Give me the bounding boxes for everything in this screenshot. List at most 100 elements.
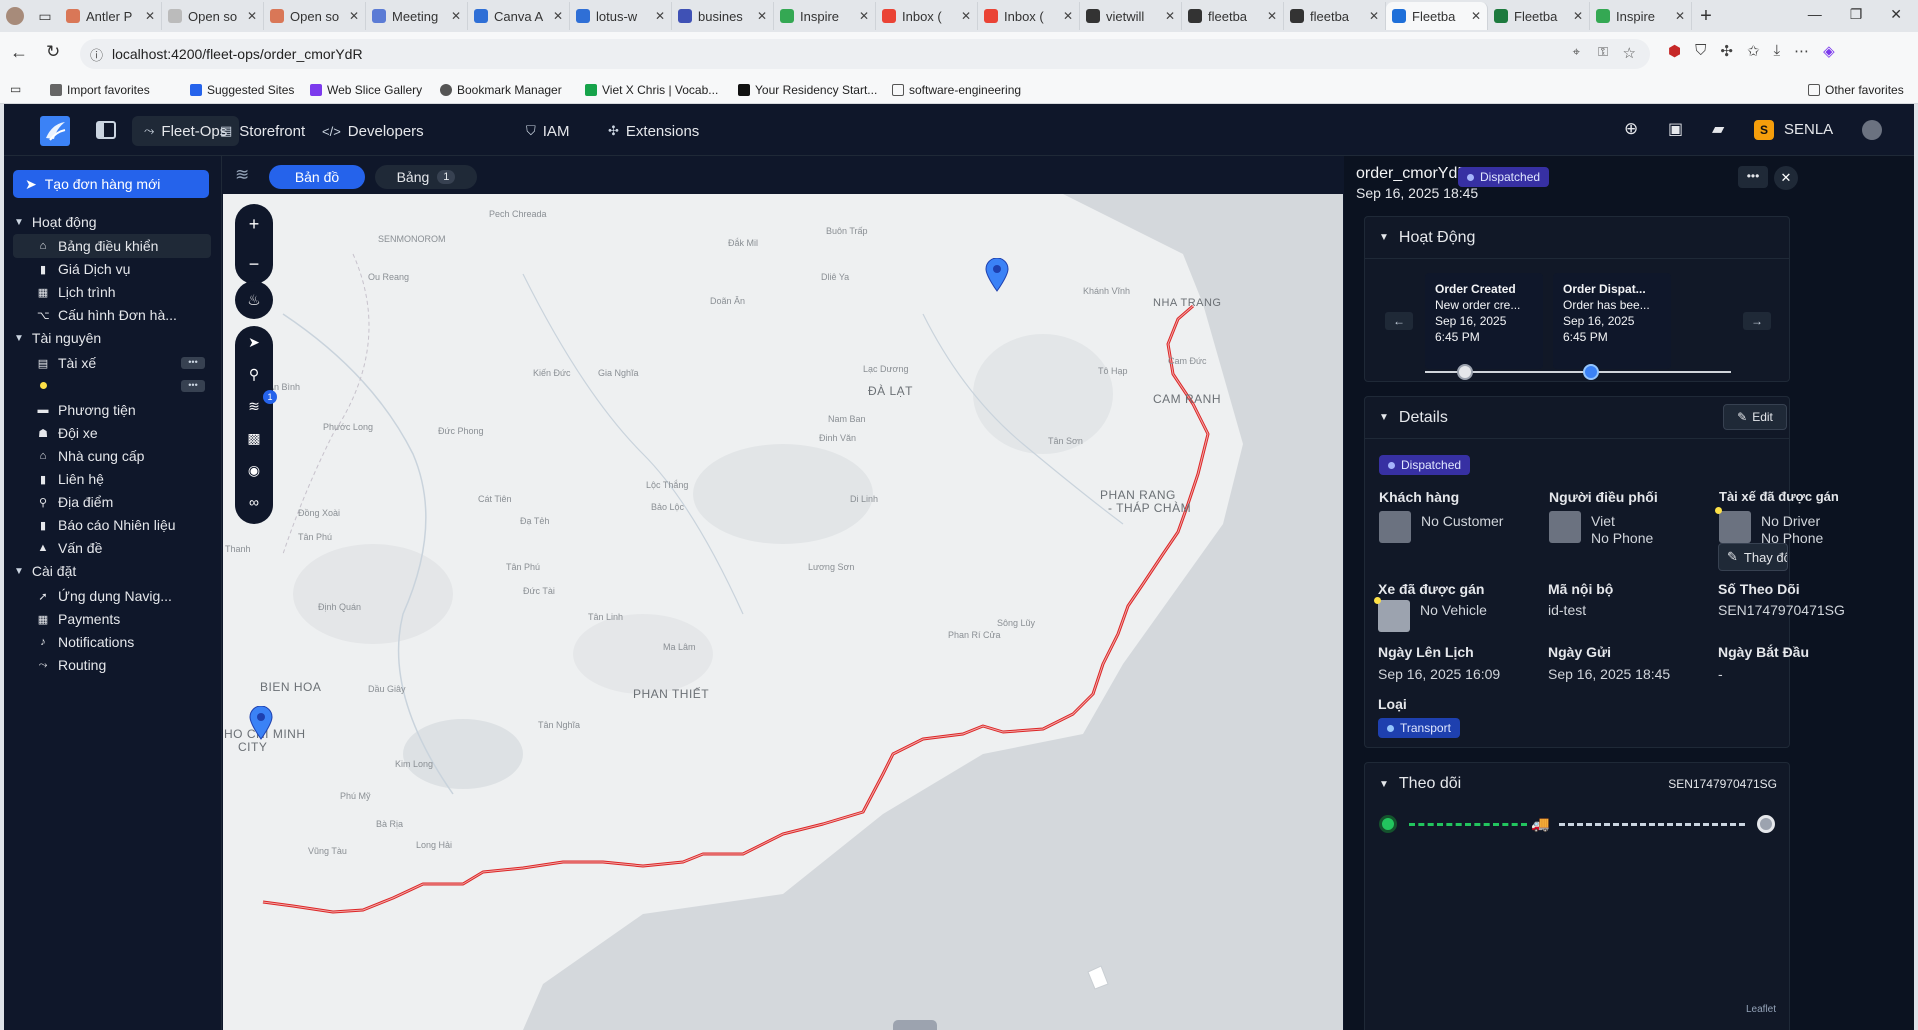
edit-details-button[interactable]: ✎ Edit	[1723, 404, 1787, 430]
sidebar-item-issues[interactable]: ▲ Vấn đề	[13, 536, 211, 560]
close-tab-icon[interactable]: ✕	[349, 9, 359, 23]
sidebar-item-notifications[interactable]: ♪ Notifications	[13, 630, 211, 654]
user-avatar[interactable]	[1862, 120, 1882, 140]
new-tab-button[interactable]: +	[1692, 5, 1720, 28]
close-tab-icon[interactable]: ✕	[961, 9, 971, 23]
leaflet-attribution[interactable]: Leaflet	[1746, 1004, 1776, 1015]
timeline-event-card[interactable]: Order Dispat... Order has bee... Sep 16,…	[1553, 273, 1671, 369]
browser-tab[interactable]: vietwill ✕	[1080, 2, 1182, 30]
close-tab-icon[interactable]: ✕	[859, 9, 869, 23]
close-tab-icon[interactable]: ✕	[757, 9, 767, 23]
adblock-icon[interactable]: ⬢	[1668, 42, 1681, 60]
sidebar-toggle-icon[interactable]	[96, 121, 116, 139]
route-map[interactable]: Pech Chreada SENMONOROM Buôn Trấp Đắk Mi…	[223, 194, 1343, 1030]
favorites-icon[interactable]: ✩	[1747, 42, 1760, 60]
close-tab-icon[interactable]: ✕	[1165, 9, 1175, 23]
nav-developers[interactable]: </> Developers	[310, 116, 436, 146]
sidebar-item-payments[interactable]: ▦ Payments	[13, 607, 211, 631]
sidebar-item-routing[interactable]: ⤳ Routing	[13, 653, 211, 677]
sidebar-item-unnamed[interactable]: •••	[13, 374, 211, 398]
site-info-icon[interactable]: ⓘ	[90, 45, 103, 64]
sidebar-item-places[interactable]: ⚲ Địa điểm	[13, 490, 211, 514]
password-key-icon[interactable]: ⚿	[1598, 44, 1608, 60]
browser-tab[interactable]: Open so ✕	[162, 2, 264, 30]
nav-extensions[interactable]: ✣ Extensions	[596, 116, 711, 146]
browser-tab[interactable]: Antler P ✕	[60, 2, 162, 30]
org-name[interactable]: SENLA	[1784, 121, 1833, 138]
close-panel-button[interactable]: ✕	[1774, 166, 1798, 190]
minimize-icon[interactable]: —	[1808, 6, 1822, 23]
sidebar-item-vendors[interactable]: ⌂ Nhà cung cấp	[13, 444, 211, 468]
close-tab-icon[interactable]: ✕	[553, 9, 563, 23]
timeline-point-active[interactable]	[1583, 364, 1599, 380]
tab-table[interactable]: Bảng 1	[375, 165, 477, 189]
zoom-in-button[interactable]: +	[235, 204, 273, 244]
maximize-icon[interactable]: ❐	[1850, 6, 1863, 23]
location-icon[interactable]: ⌖	[1573, 44, 1580, 60]
send-icon[interactable]: ➤	[235, 326, 273, 358]
more-options-button[interactable]: •••	[1738, 166, 1768, 188]
close-tab-icon[interactable]: ✕	[145, 9, 155, 23]
sidebar-item-schedule[interactable]: ▦ Lịch trình	[13, 280, 211, 304]
browser-tab[interactable]: Meeting ✕	[366, 2, 468, 30]
sidebar-section-resources[interactable]: ▼ Tài nguyên	[14, 330, 101, 346]
bookmark-software-engineering[interactable]: software-engineering	[892, 83, 1021, 97]
bookmark-other-favorites[interactable]: Other favorites	[1808, 83, 1904, 97]
more-menu-icon[interactable]: ⋯	[1794, 42, 1809, 60]
extensions-icon[interactable]: ✣	[1720, 42, 1733, 60]
timeline-next-button[interactable]: →	[1743, 312, 1771, 330]
address-bar[interactable]: ⓘ localhost:4200/fleet-ops/order_cmorYdR…	[80, 39, 1650, 69]
activity-header[interactable]: ▼ Hoạt Động	[1365, 217, 1789, 259]
close-tab-icon[interactable]: ✕	[1675, 9, 1685, 23]
browser-tab[interactable]: Fleetba ✕	[1386, 2, 1488, 30]
sidebar-item-navigator-app[interactable]: ➚ Ứng dụng Navig...	[13, 584, 211, 608]
bookmark-suggested-sites[interactable]: Suggested Sites	[190, 83, 294, 97]
close-tab-icon[interactable]: ✕	[1471, 9, 1481, 23]
bookmark-viet-x-chris[interactable]: Viet X Chris | Vocab...	[585, 83, 718, 97]
org-avatar[interactable]: S	[1754, 120, 1774, 140]
reading-list-icon[interactable]: ▭	[10, 82, 21, 96]
tab-map[interactable]: Bản đồ	[269, 165, 365, 189]
nav-iam[interactable]: ⛉ IAM	[514, 116, 581, 146]
browser-tab[interactable]: lotus-w ✕	[570, 2, 672, 30]
language-globe-icon[interactable]: ⊕	[1624, 119, 1638, 139]
close-tab-icon[interactable]: ✕	[451, 9, 461, 23]
browser-tab[interactable]: Canva A ✕	[468, 2, 570, 30]
sidebar-section-settings[interactable]: ▼ Cài đặt	[14, 563, 76, 579]
dispatcher-name[interactable]: Viet	[1591, 513, 1615, 529]
destination-marker-icon[interactable]	[985, 258, 1009, 292]
tab-actions-icon[interactable]: ▭	[30, 8, 60, 25]
sidebar-item-vehicles[interactable]: ▬ Phương tiện	[13, 398, 211, 422]
shield-ext-icon[interactable]: ⛉	[1695, 42, 1706, 60]
sidebar-item-fleets[interactable]: ☗ Đội xe	[13, 421, 211, 445]
bookmark-residency[interactable]: Your Residency Start...	[738, 83, 877, 97]
reload-icon[interactable]: ↻	[46, 42, 60, 62]
browser-tab[interactable]: Inbox (✕	[876, 2, 978, 30]
timeline-point[interactable]	[1457, 364, 1473, 380]
pickup-marker-icon[interactable]	[249, 706, 273, 740]
change-driver-button[interactable]: ✎Thay đổi Tài Xế	[1718, 543, 1788, 571]
eye-icon[interactable]: ◉	[235, 454, 273, 486]
create-new-order-button[interactable]: ➤ Tạo đơn hàng mới	[13, 170, 209, 198]
bookmark-manager[interactable]: Bookmark Manager	[440, 83, 562, 97]
sidebar-item-drivers[interactable]: ▤ Tài xế •••	[13, 351, 211, 375]
sidebar-item-order-config[interactable]: ⌥ Cấu hình Đơn hà...	[13, 303, 211, 327]
close-tab-icon[interactable]: ✕	[1573, 9, 1583, 23]
inbox-icon[interactable]: ▣	[1668, 119, 1683, 139]
sidebar-section-operations[interactable]: ▼ Hoạt động	[14, 214, 97, 230]
downloads-icon[interactable]: ⤓	[1774, 42, 1781, 60]
close-window-icon[interactable]: ✕	[1890, 6, 1902, 23]
zoom-out-button[interactable]: −	[235, 244, 273, 284]
drivers-more-button[interactable]: •••	[181, 357, 205, 369]
browser-tab[interactable]: busines ✕	[672, 2, 774, 30]
sidebar-item-contacts[interactable]: ▮ Liên hệ	[13, 467, 211, 491]
nav-storefront[interactable]: ▤ Storefront	[208, 116, 317, 146]
search-icon[interactable]: ⚲	[235, 358, 273, 390]
bookmark-web-slice-gallery[interactable]: Web Slice Gallery	[310, 83, 422, 97]
chat-icon[interactable]: ▰	[1712, 119, 1724, 139]
browser-tab[interactable]: Inspire ✕	[774, 2, 876, 30]
layers-toggle-icon[interactable]: ≋	[235, 165, 249, 185]
drawer-handle[interactable]	[893, 1020, 937, 1030]
browser-tab[interactable]: fleetba ✕	[1284, 2, 1386, 30]
close-tab-icon[interactable]: ✕	[1063, 9, 1073, 23]
